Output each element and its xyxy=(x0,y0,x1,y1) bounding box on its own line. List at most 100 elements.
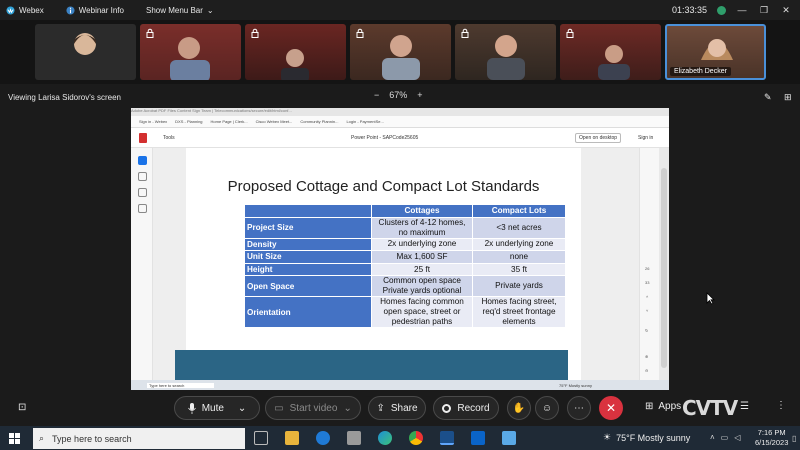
row-label: Project Size xyxy=(244,216,372,239)
sign-in-link: Sign in xyxy=(638,135,654,141)
row-label: Open Space xyxy=(244,275,372,298)
zoom-in-button[interactable]: + xyxy=(417,90,422,100)
mouse-cursor-icon xyxy=(706,292,715,305)
notifications-icon[interactable]: ▯ xyxy=(792,434,796,443)
cottages-cell: Homes facing common open space, street o… xyxy=(371,296,473,329)
participant-tile[interactable] xyxy=(35,24,136,80)
participant-tile[interactable] xyxy=(350,24,451,80)
info-icon xyxy=(66,5,75,15)
cottages-cell: Max 1,600 SF xyxy=(371,250,473,264)
chevron-down-icon[interactable]: ⌄ xyxy=(343,403,351,414)
bookmark-item: Cisco Webex Meet... xyxy=(255,119,293,124)
chevron-down-icon: ˅ xyxy=(646,308,649,313)
show-menu-bar-toggle[interactable]: Show Menu Bar ⌄ xyxy=(146,6,214,15)
participant-tile[interactable] xyxy=(560,24,661,80)
avatar xyxy=(74,33,96,55)
start-video-button[interactable]: ▭ Start video ⌄ xyxy=(265,396,361,420)
participant-tile-active-speaker[interactable]: Elizabeth Decker xyxy=(665,24,766,80)
share-button[interactable]: ⇪ Share xyxy=(368,396,426,420)
windows-taskbar: ⌕ Type here to search ☀ 75°F Mostly sunn… xyxy=(0,426,800,450)
participant-tile[interactable] xyxy=(140,24,241,80)
apps-button[interactable]: ⊞ Apps xyxy=(645,401,681,412)
status-dot-icon xyxy=(717,5,726,15)
compact-lots-cell: Private yards xyxy=(472,275,566,298)
bookmark-item: Sign in - Webex xyxy=(139,119,168,124)
acrobat-logo-icon xyxy=(139,133,147,143)
file-explorer-icon[interactable] xyxy=(285,431,299,445)
lock-icon xyxy=(356,28,364,38)
restore-button[interactable]: ❐ xyxy=(758,5,770,16)
table-row: Project Size Clusters of 4-12 homes, no … xyxy=(244,216,566,239)
chevron-down-icon[interactable]: ⌄ xyxy=(238,403,246,414)
compact-lots-cell: none xyxy=(472,250,566,264)
windows-start-icon[interactable] xyxy=(9,433,20,444)
lock-icon xyxy=(251,28,259,38)
network-icon[interactable]: ▭ xyxy=(721,433,729,442)
viewing-bar: Viewing Larisa Sidorov's screen − 67% + … xyxy=(0,84,800,110)
webinar-info-label: Webinar Info xyxy=(78,5,124,15)
shared-search-box: Type here to search xyxy=(147,383,215,388)
outlook-icon[interactable] xyxy=(471,431,485,445)
webex-title-bar: Webex Webinar Info Show Menu Bar ⌄ 01:33… xyxy=(0,0,800,20)
record-button[interactable]: Record xyxy=(433,396,499,420)
webex-taskbar-icon[interactable] xyxy=(440,431,454,445)
apps-label: Apps xyxy=(658,401,682,412)
record-icon xyxy=(442,403,452,413)
more-vertical-icon[interactable]: ⋮ xyxy=(776,400,786,411)
mute-label: Mute xyxy=(201,402,224,414)
shared-taskbar: Type here to search 75°F Mostly sunny xyxy=(131,380,669,390)
start-video-label: Start video xyxy=(289,402,338,414)
reactions-button[interactable]: ☺ xyxy=(535,396,559,420)
shared-weather: 75°F Mostly sunny xyxy=(559,383,592,388)
row-label: Height xyxy=(244,262,372,277)
view-options-icon[interactable]: ⊞ xyxy=(784,92,792,103)
address-url: Adobe Acrobat PDF Files Content Sign Tea… xyxy=(131,108,292,113)
participant-video xyxy=(701,39,733,60)
participant-video xyxy=(598,45,630,80)
page-number: 26 xyxy=(645,266,650,271)
webinar-info-menu[interactable]: Webinar Info xyxy=(66,6,124,15)
search-placeholder: Type here to search xyxy=(52,433,132,444)
annotate-icon[interactable]: ✎ xyxy=(764,92,772,103)
lock-icon xyxy=(146,28,154,38)
edge-legacy-icon[interactable] xyxy=(316,431,330,445)
minimize-button[interactable]: — xyxy=(736,5,748,15)
weather-widget[interactable]: ☀ 75°F Mostly sunny xyxy=(603,432,690,443)
browser-address-bar: Adobe Acrobat PDF Files Content Sign Tea… xyxy=(131,108,669,116)
edge-icon[interactable] xyxy=(378,431,392,445)
video-off-icon: ▭ xyxy=(274,402,284,414)
bookmark-item: Home Page | Clerk... xyxy=(210,119,248,124)
zoom-out-button[interactable]: − xyxy=(374,90,379,100)
participants-list-icon[interactable]: ☰ xyxy=(740,401,749,412)
participant-video xyxy=(170,37,210,80)
pdf-file-name: Power Point - SAPCode25605 xyxy=(351,135,419,141)
app-icon[interactable] xyxy=(502,431,516,445)
sun-icon: ☀ xyxy=(603,432,612,442)
chrome-icon[interactable] xyxy=(409,431,423,445)
speaker-icon[interactable]: ◁ xyxy=(734,433,740,442)
taskbar-search-box[interactable]: ⌕ Type here to search xyxy=(33,428,245,449)
task-view-icon[interactable] xyxy=(254,431,268,445)
taskbar-clock[interactable]: 7:16 PM 6/15/2023 xyxy=(755,428,788,448)
more-options-button[interactable]: ⋯ xyxy=(567,396,591,420)
chevron-up-icon[interactable]: ˄ xyxy=(710,433,715,442)
raise-hand-button[interactable]: ✋ xyxy=(507,396,531,420)
compact-lots-cell: <3 net acres xyxy=(472,216,566,239)
pdf-left-rail xyxy=(131,148,153,380)
table-header-row: Cottages Compact Lots xyxy=(244,204,566,218)
open-in-app-button: Open on desktop xyxy=(575,133,622,143)
close-window-button[interactable]: ✕ xyxy=(780,5,792,16)
captions-icon[interactable]: ⊡ xyxy=(18,402,26,413)
participant-tile[interactable] xyxy=(455,24,556,80)
webex-app-menu[interactable]: Webex xyxy=(6,6,44,15)
settings-app-icon[interactable] xyxy=(347,431,361,445)
mute-button[interactable]: Mute ⌄ xyxy=(174,396,260,420)
pdf-toolbar: Tools Power Point - SAPCode25605 Open on… xyxy=(131,128,669,148)
end-meeting-button[interactable]: ✕ xyxy=(599,396,623,420)
table-row: Unit Size Max 1,600 SF none xyxy=(244,250,566,264)
table-row: Open Space Common open space Private yar… xyxy=(244,275,566,298)
participant-tile[interactable] xyxy=(245,24,346,80)
select-tool-icon xyxy=(138,156,147,165)
row-label: Density xyxy=(244,237,372,252)
viewing-screen-label: Viewing Larisa Sidorov's screen xyxy=(8,92,121,102)
